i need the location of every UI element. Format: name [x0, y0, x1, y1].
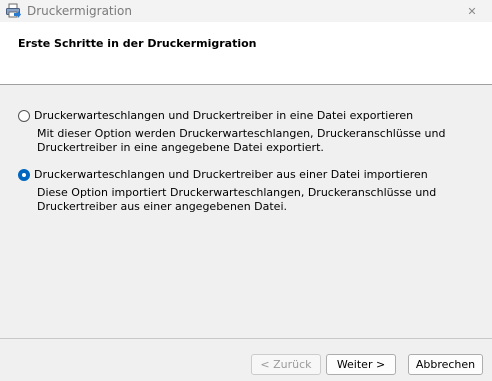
footer-divider [0, 338, 492, 339]
cancel-button[interactable]: Abbrechen [408, 354, 483, 375]
export-radio[interactable] [18, 110, 30, 122]
page-title: Erste Schritte in der Druckermigration [18, 37, 257, 50]
printer-migration-icon [5, 3, 22, 19]
import-radio[interactable] [18, 169, 30, 181]
title-bar: Druckermigration ✕ [0, 0, 492, 22]
next-button[interactable]: Weiter > [326, 354, 396, 375]
export-option-label[interactable]: Druckerwarteschlangen und Druckertreiber… [34, 109, 413, 122]
import-option-description: Diese Option importiert Druckerwarteschl… [37, 186, 437, 213]
close-icon: ✕ [467, 4, 477, 18]
back-button[interactable]: < Zurück [251, 354, 321, 375]
import-option-label[interactable]: Druckerwarteschlangen und Druckertreiber… [34, 168, 428, 181]
window-title: Druckermigration [27, 4, 132, 18]
export-option-description: Mit dieser Option werden Druckerwartesch… [37, 127, 446, 154]
wizard-header: Erste Schritte in der Druckermigration [0, 22, 492, 85]
close-button[interactable]: ✕ [452, 0, 492, 22]
